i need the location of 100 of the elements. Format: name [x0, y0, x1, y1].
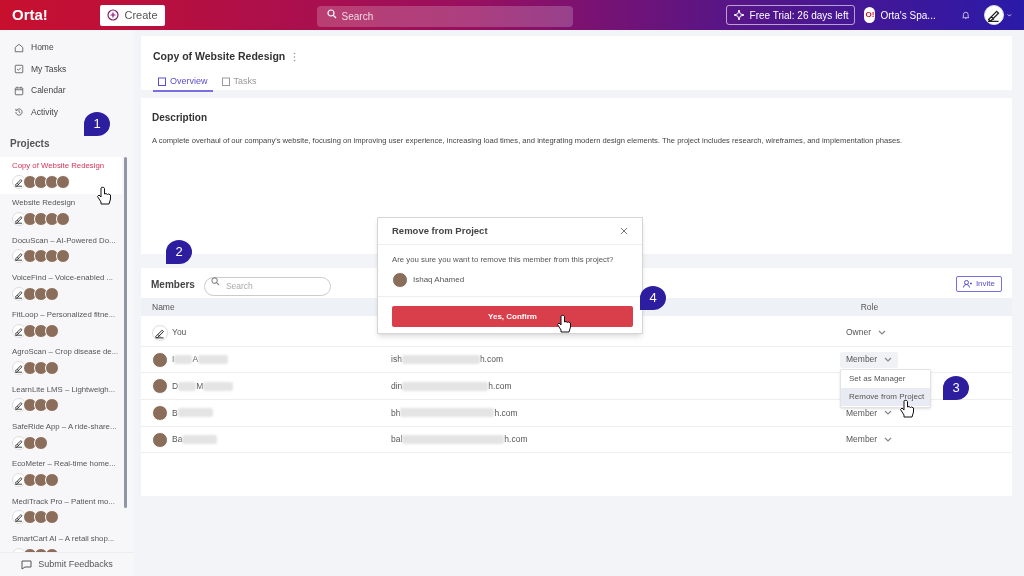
blurred-text [182, 435, 218, 445]
projects-heading: Projects [9, 137, 51, 151]
chevron-down-icon [884, 409, 893, 416]
avatar-photo [34, 510, 48, 525]
avatar-photo [45, 286, 59, 301]
avatar-photo [34, 174, 48, 189]
tab[interactable]: Overview [153, 72, 213, 92]
member-email: din [391, 379, 403, 393]
search-icon [210, 277, 220, 286]
close-icon[interactable] [620, 227, 628, 235]
member-name: You [172, 326, 187, 340]
member-email: h.com [494, 406, 518, 420]
nav-item[interactable]: Calendar [0, 81, 134, 101]
dialog-title: Remove from Project [392, 223, 488, 238]
chevron-down-icon [884, 356, 893, 363]
chevron-down-icon [878, 329, 887, 336]
avatar-photo [152, 404, 168, 421]
sketch-avatar [12, 249, 26, 264]
member-email: bh [391, 406, 401, 420]
member-email: h.com [479, 353, 504, 366]
chevron-down-icon[interactable] [1007, 12, 1012, 18]
avatar-photo [392, 271, 408, 288]
free-trial-badge[interactable]: Free Trial: 26 days left [725, 5, 856, 25]
home-icon [14, 42, 24, 53]
avatar-photo [34, 435, 48, 450]
avatar-photo [23, 510, 37, 525]
avatar-photo [152, 431, 168, 448]
member-name: A [192, 353, 199, 366]
sketch-avatar [12, 286, 26, 301]
avatar-photo [23, 398, 37, 413]
blurred-text [177, 408, 213, 418]
search-icon [326, 8, 337, 19]
member-name: D [172, 379, 179, 393]
menu-item[interactable]: Remove from Project [841, 388, 930, 406]
avatar-photo [23, 286, 37, 301]
member-name: B [172, 406, 178, 420]
workspace-logo: O! [864, 7, 876, 23]
sketch-avatar [12, 435, 26, 450]
blurred-text [198, 355, 229, 365]
avatar-photo [34, 212, 48, 226]
member-search-field[interactable]: Search [203, 276, 331, 296]
confirm-button[interactable]: Yes, Confirm [392, 306, 633, 327]
avatar-photo [45, 398, 59, 413]
members-heading: Members [151, 277, 195, 292]
scrollbar[interactable] [124, 157, 127, 508]
avatar-photo [56, 249, 70, 264]
sparkle-icon [732, 9, 745, 21]
member-name: Ba [172, 433, 183, 446]
blurred-text [174, 355, 193, 365]
workspace-name[interactable]: Orta's Spa... [880, 7, 936, 23]
more-options-icon[interactable] [293, 51, 297, 62]
role-dropdown[interactable]: Member [840, 404, 899, 421]
sketch-avatar [984, 5, 1005, 25]
sketch-avatar [12, 510, 26, 525]
create-button[interactable]: Create [99, 4, 165, 26]
member-email: ish [391, 353, 402, 366]
nav-item[interactable]: My Tasks [0, 59, 134, 79]
avatar-photo [34, 286, 48, 301]
avatar-photo [34, 323, 48, 338]
sketch-avatar [152, 324, 168, 341]
avatar-photo [23, 435, 37, 450]
add-person-icon [962, 280, 972, 288]
menu-item[interactable]: Set as Manager [841, 370, 930, 389]
avatar-photo [23, 249, 37, 264]
project-title: Copy of Website Redesign [153, 49, 286, 64]
column-header: Role [860, 300, 879, 314]
member-name: Ishaq Ahamed [413, 273, 465, 286]
avatar-photo [152, 351, 168, 368]
role-dropdown[interactable]: Owner [840, 324, 893, 341]
sketch-avatar [12, 398, 26, 413]
avatar-photo [23, 361, 37, 376]
avatar-photo [45, 212, 59, 226]
sketch-avatar [12, 361, 26, 376]
column-header: Name [152, 300, 175, 314]
description-heading: Description [152, 111, 208, 125]
hand-cursor-icon [96, 186, 112, 206]
avatar-photo [34, 398, 48, 413]
avatar-photo [45, 249, 59, 264]
role-dropdown[interactable]: Member [840, 351, 899, 368]
calendar-icon [14, 85, 24, 96]
app-logo: Orta! [12, 4, 49, 25]
member-name: I [172, 353, 175, 366]
plus-icon [106, 9, 119, 21]
chat-icon [21, 559, 33, 570]
avatar-photo [45, 510, 59, 525]
bell-icon[interactable] [961, 9, 970, 21]
chevron-down-icon [884, 436, 893, 443]
blurred-text [178, 381, 197, 391]
sketch-avatar [12, 174, 26, 189]
member-email: h.com [504, 433, 528, 446]
avatar-photo [45, 473, 59, 488]
nav-item[interactable]: Home [0, 38, 134, 58]
avatar-photo [23, 473, 37, 488]
role-dropdown[interactable]: Member [840, 431, 899, 448]
step-marker: 2 [166, 240, 192, 264]
avatar-photo [34, 361, 48, 376]
avatar-photo [34, 473, 48, 488]
invite-button[interactable]: Invite [955, 276, 1002, 292]
avatar-photo [56, 212, 70, 226]
avatar-photo [34, 249, 48, 264]
